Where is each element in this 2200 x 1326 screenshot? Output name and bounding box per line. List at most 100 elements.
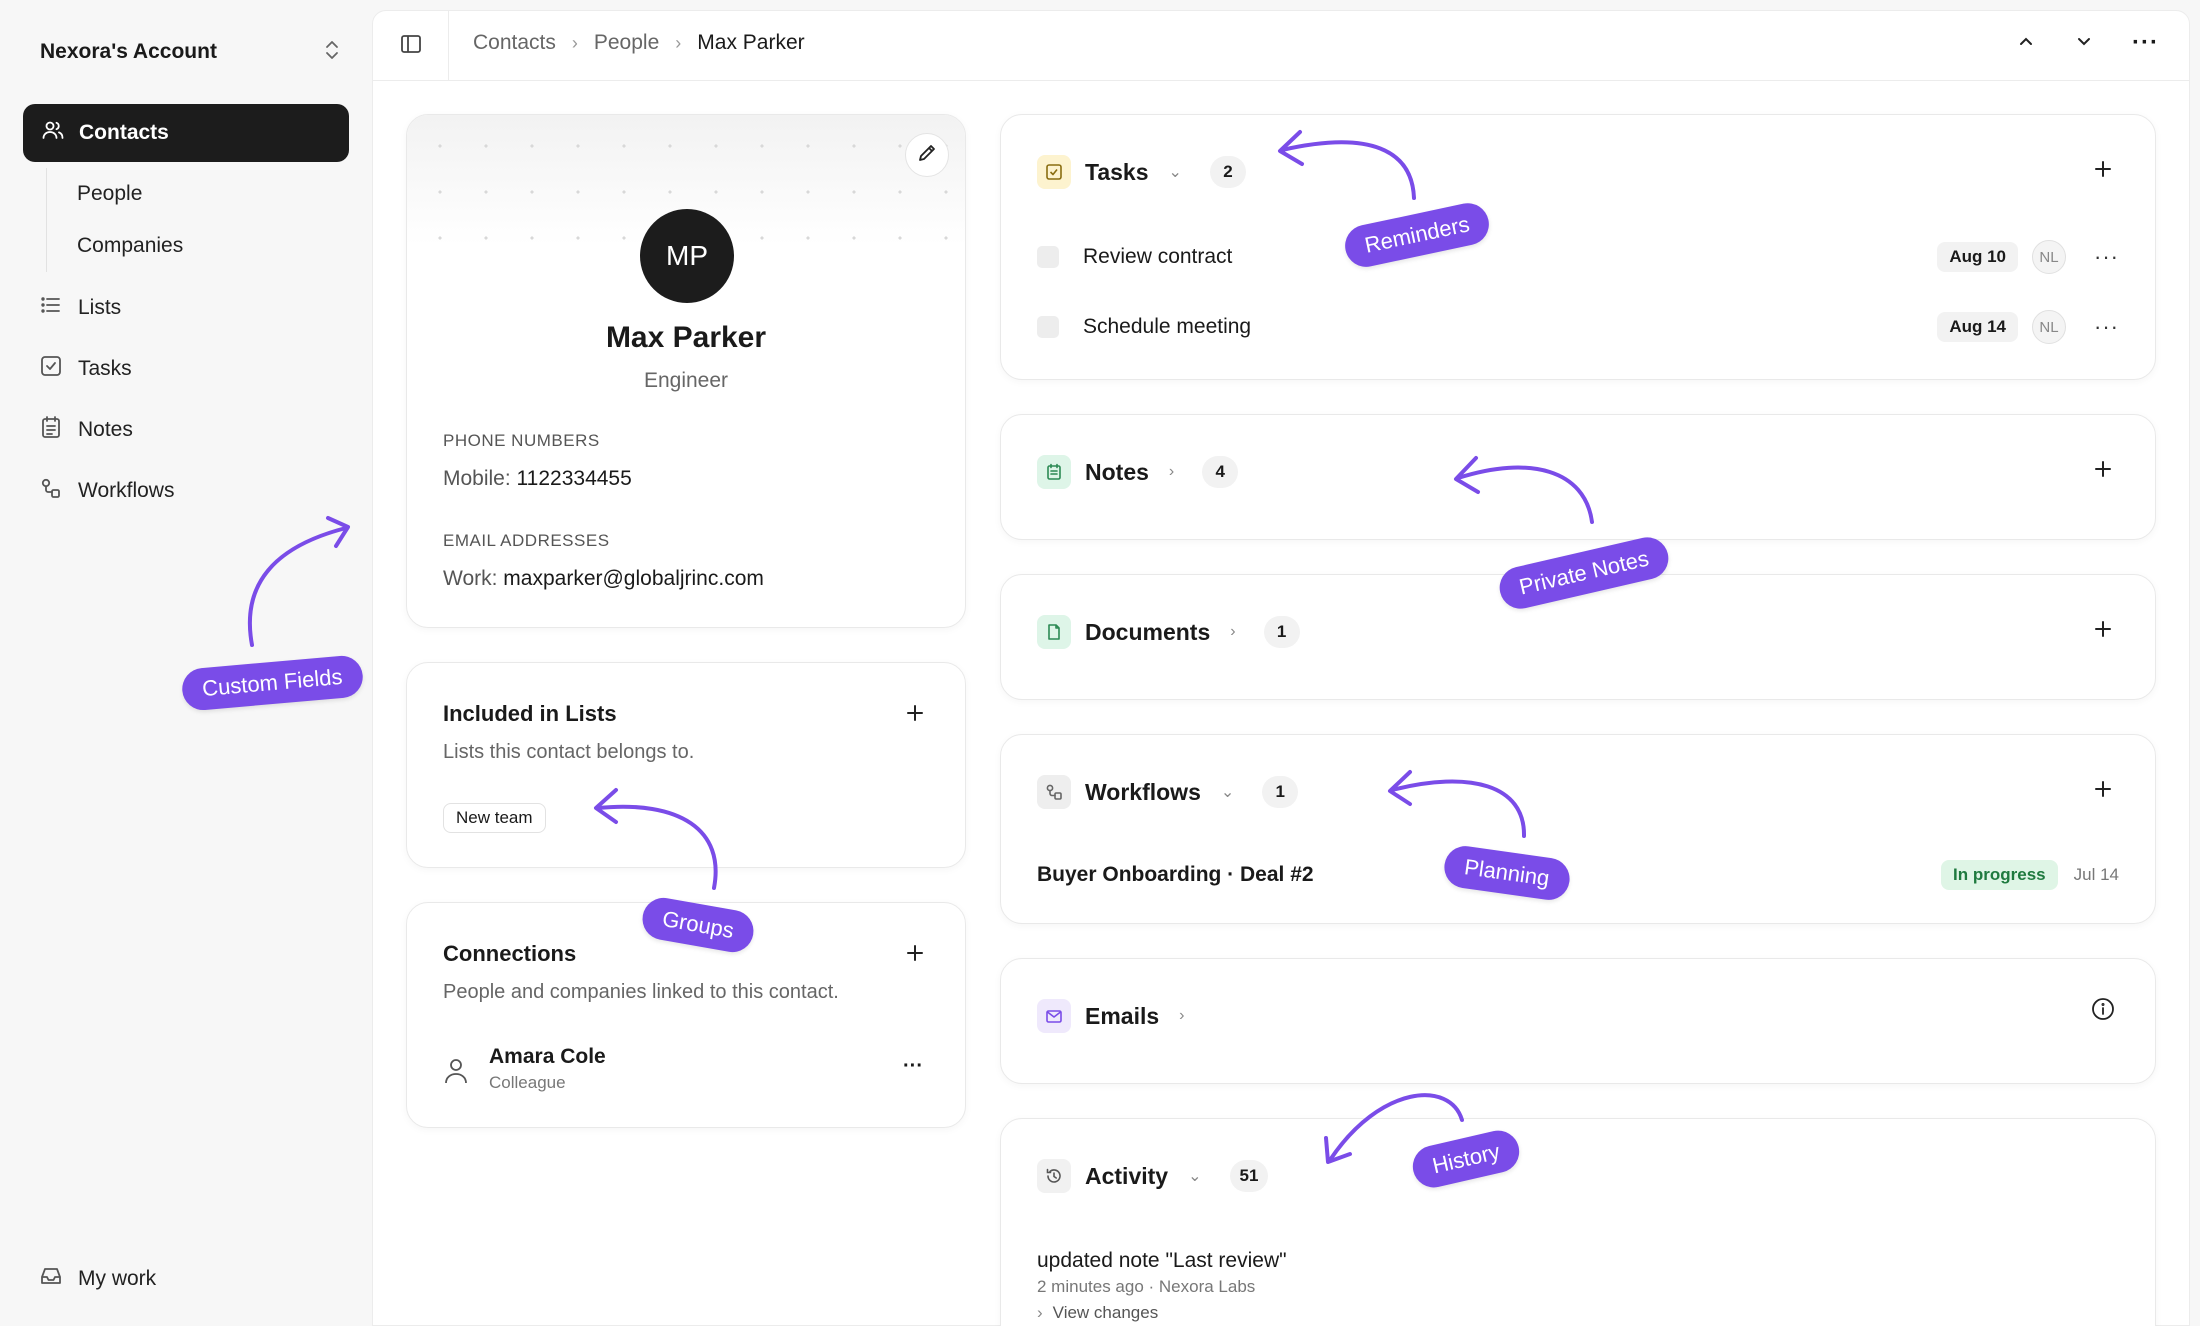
- section-title: Notes: [1085, 458, 1149, 485]
- task-checkbox-icon: [40, 355, 62, 383]
- account-name: Nexora's Account: [40, 40, 217, 63]
- plus-icon: [2093, 779, 2113, 804]
- chevron-up-down-icon: [324, 39, 340, 66]
- chevron-down-icon: ⌄: [1188, 1168, 1202, 1185]
- next-record-button[interactable]: [2074, 31, 2094, 56]
- documents-header[interactable]: Documents › 1: [1037, 615, 1300, 649]
- notes-header[interactable]: Notes › 4: [1037, 455, 1239, 489]
- workflows-header[interactable]: Workflows ⌄ 1: [1037, 775, 1299, 809]
- add-workflow-button[interactable]: [2091, 779, 2115, 803]
- sidebar-item-companies[interactable]: Companies: [77, 234, 183, 258]
- workflow-row[interactable]: Buyer Onboarding · Deal #2 In progress J…: [1037, 857, 2119, 893]
- card-title: Connections: [443, 941, 577, 966]
- sidebar-item-lists[interactable]: Lists: [40, 293, 121, 323]
- assignee-avatar[interactable]: NL: [2032, 240, 2067, 274]
- toggle-sidebar-button[interactable]: [373, 11, 449, 81]
- breadcrumb-contacts[interactable]: Contacts: [473, 31, 556, 55]
- notepad-icon: [40, 416, 62, 444]
- document-icon: [1037, 615, 1071, 649]
- view-changes-link[interactable]: › View changes: [1037, 1303, 1287, 1323]
- email-field[interactable]: Work: maxparker@globaljrinc.com: [443, 567, 764, 591]
- task-due-date[interactable]: Aug 10: [1937, 242, 2019, 272]
- task-more-button[interactable]: ···: [2094, 244, 2119, 270]
- breadcrumb-current: Max Parker: [697, 31, 805, 54]
- sidebar-item-contacts[interactable]: Contacts: [23, 104, 349, 162]
- phone-section-label: PHONE NUMBERS: [443, 431, 600, 450]
- task-more-button[interactable]: ···: [2094, 314, 2119, 340]
- add-document-button[interactable]: [2091, 619, 2115, 643]
- record-navigation: ···: [2016, 29, 2159, 57]
- chevron-right-icon: ›: [1168, 463, 1175, 480]
- subnav-line: [46, 168, 47, 272]
- connection-more-button[interactable]: ···: [903, 1055, 923, 1078]
- card-subtitle: Lists this contact belongs to.: [443, 741, 695, 763]
- add-connection-button[interactable]: [903, 943, 927, 967]
- tasks-card: Tasks ⌄ 2 Review contract Aug 10 NL ··· …: [1000, 114, 2156, 380]
- previous-record-button[interactable]: [2016, 31, 2036, 56]
- emails-header[interactable]: Emails ›: [1037, 999, 1184, 1033]
- plus-icon: [2093, 619, 2113, 644]
- section-title: Activity: [1085, 1162, 1169, 1189]
- more-options-button[interactable]: ···: [2132, 29, 2159, 57]
- sidebar-item-workflows[interactable]: Workflows: [40, 476, 174, 506]
- phone-field[interactable]: Mobile: 1122334455: [443, 467, 632, 491]
- sidebar-item-my-work[interactable]: My work: [40, 1264, 156, 1294]
- chevron-right-icon: ›: [571, 32, 578, 53]
- list-tag[interactable]: New team: [443, 803, 546, 833]
- task-row[interactable]: Review contract Aug 10 NL ···: [1037, 239, 2119, 275]
- phone-type: Mobile:: [443, 467, 511, 490]
- chevron-down-icon: ⌄: [1220, 784, 1235, 801]
- connection-row[interactable]: Amara Cole Colleague ···: [443, 1043, 929, 1097]
- activity-header[interactable]: Activity ⌄ 51: [1037, 1159, 1269, 1193]
- task-label: Review contract: [1083, 245, 1233, 268]
- email-type: Work:: [443, 567, 498, 590]
- connection-relation: Colleague: [489, 1073, 566, 1092]
- workflows-count: 1: [1262, 776, 1299, 808]
- person-icon: [443, 1057, 469, 1090]
- account-switcher[interactable]: Nexora's Account: [40, 36, 340, 68]
- assignee-avatar[interactable]: NL: [2032, 310, 2067, 344]
- breadcrumb-people[interactable]: People: [594, 31, 659, 55]
- section-title: Tasks: [1085, 158, 1149, 185]
- add-note-button[interactable]: [2091, 459, 2115, 483]
- task-due-date[interactable]: Aug 14: [1937, 312, 2019, 342]
- chevron-right-icon: ›: [675, 32, 682, 53]
- notes-card: Notes › 4: [1000, 414, 2156, 540]
- tasks-header[interactable]: Tasks ⌄ 2: [1037, 155, 1246, 189]
- activity-entry: updated note "Last review" 2 minutes ago…: [1037, 1249, 1287, 1323]
- plus-icon: [2093, 159, 2113, 184]
- tasks-count: 2: [1209, 156, 1246, 188]
- workflow-date: Jul 14: [2073, 865, 2119, 884]
- task-checkbox[interactable]: [1037, 246, 1059, 268]
- sidebar-item-label: Contacts: [79, 121, 169, 144]
- sidebar-item-notes[interactable]: Notes: [40, 415, 133, 445]
- topbar: Contacts › People › Max Parker ···: [373, 11, 2189, 81]
- plus-icon: [905, 703, 925, 728]
- task-checkbox[interactable]: [1037, 316, 1059, 338]
- plus-icon: [2093, 459, 2113, 484]
- list-icon: [40, 294, 62, 322]
- email-value: maxparker@globaljrinc.com: [503, 567, 764, 590]
- status-badge: In progress: [1941, 860, 2058, 890]
- add-list-button[interactable]: [903, 703, 927, 727]
- workflows-card: Workflows ⌄ 1 Buyer Onboarding · Deal #2…: [1000, 734, 2156, 924]
- emails-info-button[interactable]: [2091, 997, 2115, 1026]
- profile-card: MP Max Parker Engineer PHONE NUMBERS Mob…: [406, 114, 966, 628]
- chevron-right-icon: ›: [1230, 623, 1236, 640]
- add-task-button[interactable]: [2091, 159, 2115, 183]
- sidebar-item-people[interactable]: People: [77, 182, 142, 206]
- notepad-icon: [1037, 455, 1071, 489]
- card-subtitle: People and companies linked to this cont…: [443, 981, 839, 1003]
- envelope-icon: [1037, 999, 1071, 1033]
- pencil-icon: [916, 142, 938, 169]
- task-row[interactable]: Schedule meeting Aug 14 NL ···: [1037, 309, 2119, 345]
- breadcrumb: Contacts › People › Max Parker: [473, 31, 805, 55]
- task-label: Schedule meeting: [1083, 315, 1252, 338]
- edit-profile-button[interactable]: [905, 133, 949, 177]
- activity-entry-title: updated note "Last review": [1037, 1249, 1287, 1272]
- connection-name: Amara Cole: [489, 1045, 606, 1068]
- sidebar-item-tasks[interactable]: Tasks: [40, 354, 132, 384]
- view-changes-label: View changes: [1052, 1303, 1159, 1322]
- card-title: Included in Lists: [443, 701, 617, 726]
- info-icon: [2091, 997, 2115, 1026]
